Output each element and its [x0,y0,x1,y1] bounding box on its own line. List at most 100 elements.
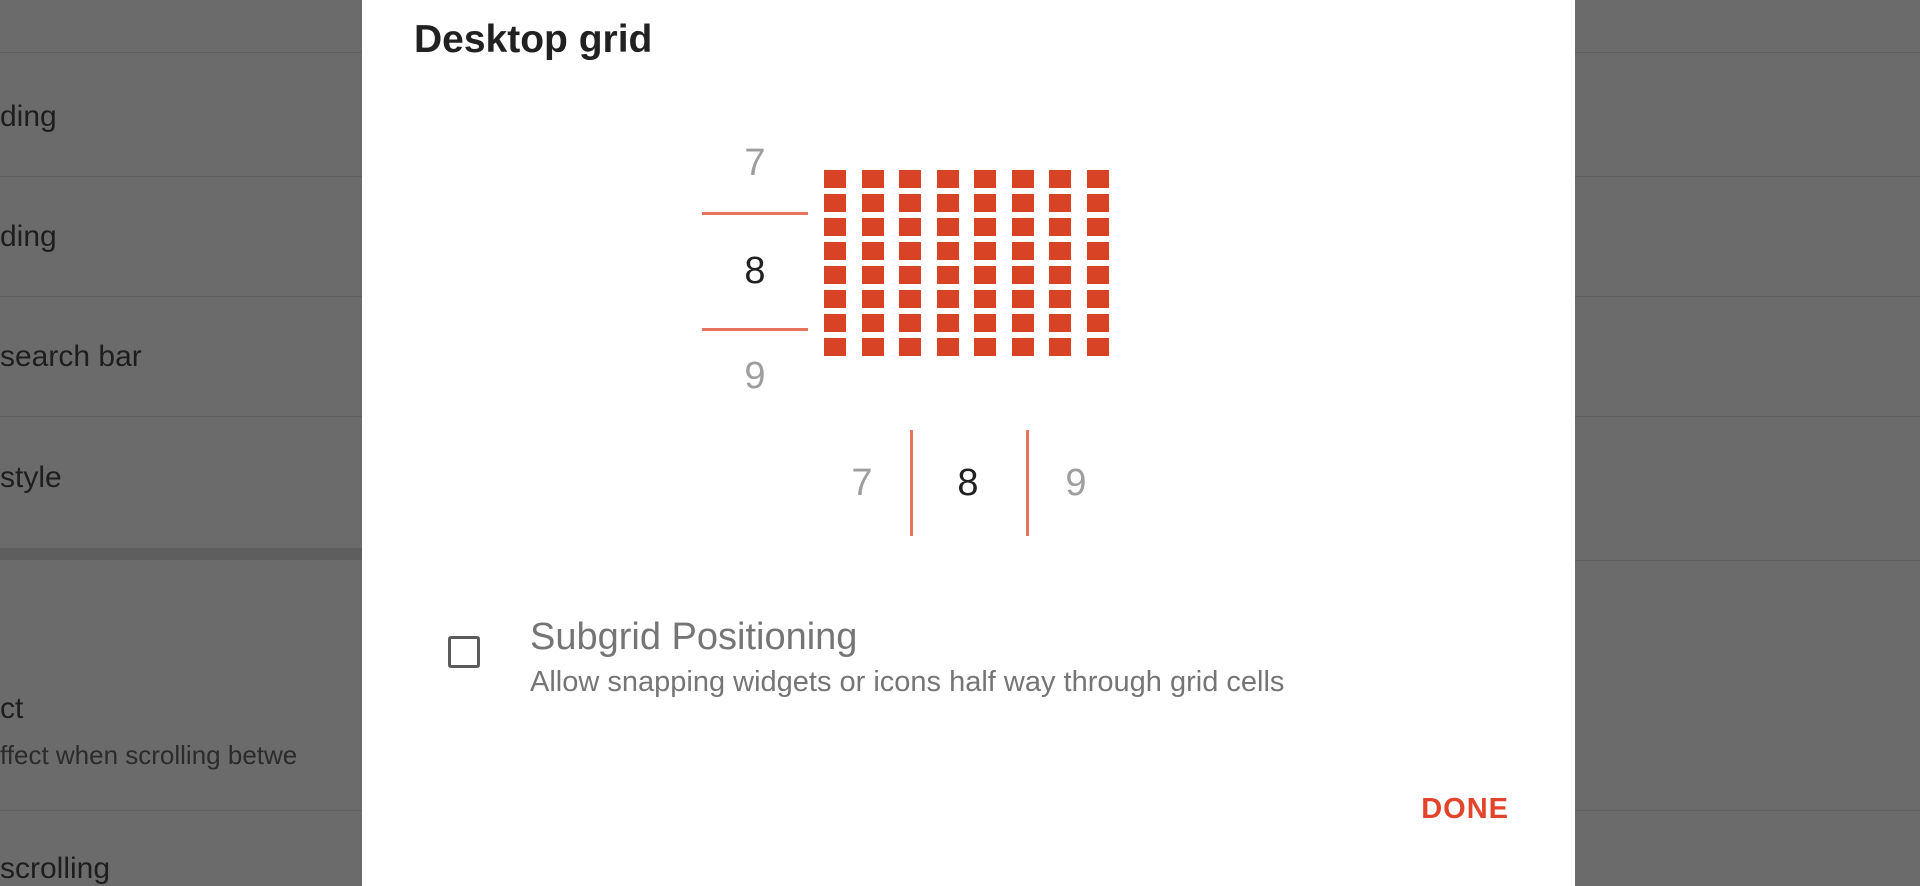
grid-preview-cell [1049,290,1071,308]
grid-preview-cell [824,314,846,332]
grid-preview-cell [861,314,884,332]
grid-preview-cell [936,290,959,308]
grid-preview-cell [899,218,921,236]
grid-preview-cell [1086,170,1109,188]
grid-preview-cell [824,170,846,188]
divider [1575,296,1920,297]
grid-preview-cell [1086,338,1109,356]
grid-preview-cell [824,194,846,212]
grid-preview-cell [1011,194,1034,212]
grid-preview-cell [1086,194,1109,212]
grid-preview-cell [899,266,921,284]
grid-preview-cell [861,242,884,260]
columns-selection-line-left [910,430,913,536]
grid-preview-cell [936,218,959,236]
divider [1575,52,1920,53]
grid-preview-cell [899,194,921,212]
grid-preview-cell [1049,314,1071,332]
grid-preview-cell [899,314,921,332]
settings-row: ct [0,692,24,725]
done-button[interactable]: DONE [1421,793,1509,826]
settings-row: search bar [0,340,142,373]
divider [0,416,362,417]
grid-preview-cell [861,338,884,356]
grid-preview [824,170,1114,370]
grid-preview-cell [899,170,921,188]
grid-preview-cell [974,314,996,332]
settings-row: style [0,461,62,494]
grid-preview-cell [861,218,884,236]
grid-preview-cell [1011,290,1034,308]
grid-preview-cell [1049,170,1071,188]
grid-preview-cell [824,266,846,284]
grid-preview-cell [1011,314,1034,332]
settings-row-subtitle: ffect when scrolling betwe [0,740,298,770]
grid-preview-cell [1086,314,1109,332]
grid-preview-cell [899,338,921,356]
grid-preview-cell [1011,242,1034,260]
grid-preview-cell [1086,242,1109,260]
subgrid-checkbox[interactable] [448,636,480,668]
dialog-title: Desktop grid [414,18,653,61]
settings-row: ding [0,100,57,133]
grid-preview-cell [1011,170,1034,188]
rows-selection-line-bottom [702,328,808,331]
columns-selection-line-right [1026,430,1029,536]
grid-preview-cell [861,290,884,308]
rows-prev-value[interactable]: 7 [725,142,785,185]
grid-preview-cell [1049,338,1071,356]
settings-row: scrolling [0,852,111,885]
background-right-area [1575,0,1920,886]
grid-preview-cell [1049,194,1071,212]
grid-preview-cell [1049,242,1071,260]
columns-selected-value[interactable]: 8 [938,462,998,505]
grid-preview-cell [1011,266,1034,284]
columns-prev-value[interactable]: 7 [832,462,892,505]
columns-next-value[interactable]: 9 [1046,462,1106,505]
grid-preview-cell [861,170,884,188]
divider [1575,416,1920,417]
divider [1575,560,1920,561]
divider [0,52,362,53]
subgrid-description: Allow snapping widgets or icons half way… [530,666,1285,698]
rows-selection-line-top [702,212,808,215]
grid-preview-cell [824,290,846,308]
grid-preview-cell [974,194,996,212]
grid-preview-cell [936,194,959,212]
grid-preview-cell [899,290,921,308]
grid-preview-cell [936,170,959,188]
grid-preview-cell [1049,218,1071,236]
grid-preview-cell [974,290,996,308]
desktop-grid-dialog: Desktop grid 7 8 9 7 8 9 Subgrid Positio… [362,0,1575,886]
grid-preview-cell [936,314,959,332]
grid-preview-cell [824,218,846,236]
grid-preview-cell [1086,266,1109,284]
grid-preview-cell [861,266,884,284]
rows-selected-value[interactable]: 8 [725,250,785,293]
rows-next-value[interactable]: 9 [725,355,785,398]
grid-preview-cell [824,338,846,356]
grid-preview-cell [1011,338,1034,356]
divider [1575,176,1920,177]
grid-preview-cell [1086,290,1109,308]
subgrid-label[interactable]: Subgrid Positioning [530,616,857,659]
grid-preview-cell [974,266,996,284]
settings-row: ding [0,220,57,253]
section-gap [0,548,362,560]
divider [0,176,362,177]
grid-preview-cell [936,266,959,284]
grid-preview-cell [974,338,996,356]
background-settings-list: ding ding search bar style ct ffect when… [0,0,362,886]
divider [0,810,362,811]
divider [1575,810,1920,811]
divider [0,296,362,297]
grid-preview-cell [974,170,996,188]
grid-preview-cell [1086,218,1109,236]
grid-preview-cell [974,242,996,260]
grid-preview-cell [1011,218,1034,236]
grid-preview-cell [1049,266,1071,284]
grid-preview-cell [824,242,846,260]
grid-preview-cell [936,242,959,260]
grid-preview-cell [861,194,884,212]
grid-preview-cell [936,338,959,356]
